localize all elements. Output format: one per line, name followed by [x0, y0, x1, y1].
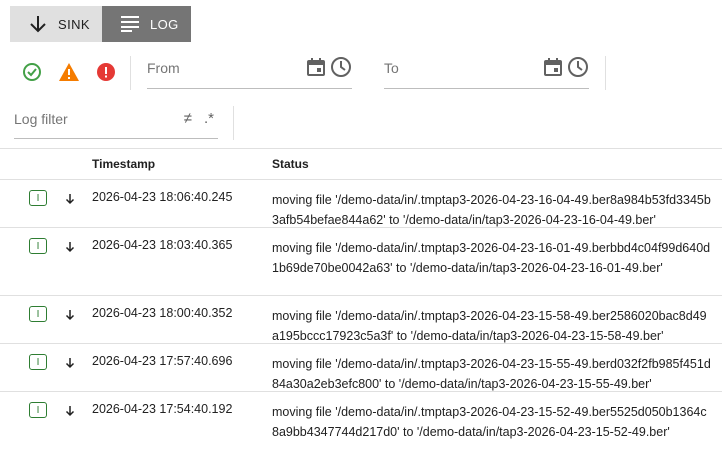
table-row[interactable]: I 2026-04-23 17:57:40.696 moving file '/…	[0, 344, 722, 392]
divider	[130, 56, 131, 90]
log-table: Timestamp Status I 2026-04-23 18:06:40.2…	[0, 148, 722, 460]
status-column-header[interactable]: Status	[272, 157, 309, 171]
to-date-field[interactable]: To	[384, 56, 589, 89]
status-cell: moving file '/demo-data/in/.tmptap3-2026…	[272, 405, 707, 439]
log-toggle-button[interactable]: LOG	[102, 6, 191, 42]
arrow-down-icon	[65, 356, 75, 374]
timestamp-cell: 2026-04-23 17:54:40.192	[92, 402, 233, 416]
status-cell: moving file '/demo-data/in/.tmptap3-2026…	[272, 309, 707, 343]
to-label: To	[384, 60, 399, 76]
error-icon[interactable]	[96, 62, 116, 87]
divider	[605, 56, 606, 90]
check-circle-icon[interactable]	[22, 62, 42, 87]
from-label: From	[147, 60, 180, 76]
table-row[interactable]: I 2026-04-23 17:54:40.192 moving file '/…	[0, 392, 722, 460]
clock-icon[interactable]	[567, 56, 589, 83]
timestamp-cell: 2026-04-23 18:06:40.245	[92, 190, 233, 204]
clock-icon[interactable]	[330, 56, 352, 83]
sink-toggle-button[interactable]: SINK	[10, 6, 102, 42]
status-cell: moving file '/demo-data/in/.tmptap3-2026…	[272, 193, 711, 227]
from-date-field[interactable]: From	[147, 56, 352, 89]
calendar-icon[interactable]	[543, 57, 563, 82]
status-cell: moving file '/demo-data/in/.tmptap3-2026…	[272, 357, 711, 391]
info-level-badge: I	[29, 402, 47, 418]
warning-icon[interactable]	[58, 62, 80, 87]
severity-filter-group	[22, 62, 116, 87]
table-row[interactable]: I 2026-04-23 18:00:40.352 moving file '/…	[0, 296, 722, 344]
arrow-down-icon	[28, 14, 48, 34]
subject-icon	[120, 15, 140, 33]
arrow-down-icon	[65, 240, 75, 258]
log-toggle-label: LOG	[150, 16, 179, 32]
table-row[interactable]: I 2026-04-23 18:03:40.365 moving file '/…	[0, 228, 722, 296]
divider	[233, 106, 234, 140]
status-cell: moving file '/demo-data/in/.tmptap3-2026…	[272, 241, 711, 275]
not-equal-icon[interactable]: ≠	[184, 110, 192, 127]
timestamp-column-header[interactable]: Timestamp	[92, 157, 155, 171]
arrow-down-icon	[65, 404, 75, 422]
timestamp-cell: 2026-04-23 18:03:40.365	[92, 238, 233, 252]
info-level-badge: I	[29, 190, 47, 206]
calendar-icon[interactable]	[306, 57, 326, 82]
timestamp-cell: 2026-04-23 18:00:40.352	[92, 306, 233, 320]
info-level-badge: I	[29, 306, 47, 322]
regex-icon[interactable]: .*	[204, 110, 214, 127]
arrow-down-icon	[65, 192, 75, 210]
view-toggle-group: SINK LOG	[10, 6, 191, 42]
info-level-badge: I	[29, 238, 47, 254]
info-level-badge: I	[29, 354, 47, 370]
sink-toggle-label: SINK	[58, 16, 90, 32]
arrow-down-icon	[65, 308, 75, 326]
log-filter-input[interactable]: Log filter ≠ .*	[14, 108, 218, 139]
log-filter-placeholder: Log filter	[14, 111, 68, 127]
table-header: Timestamp Status	[0, 148, 722, 180]
table-row[interactable]: I 2026-04-23 18:06:40.245 moving file '/…	[0, 180, 722, 228]
timestamp-cell: 2026-04-23 17:57:40.696	[92, 354, 233, 368]
